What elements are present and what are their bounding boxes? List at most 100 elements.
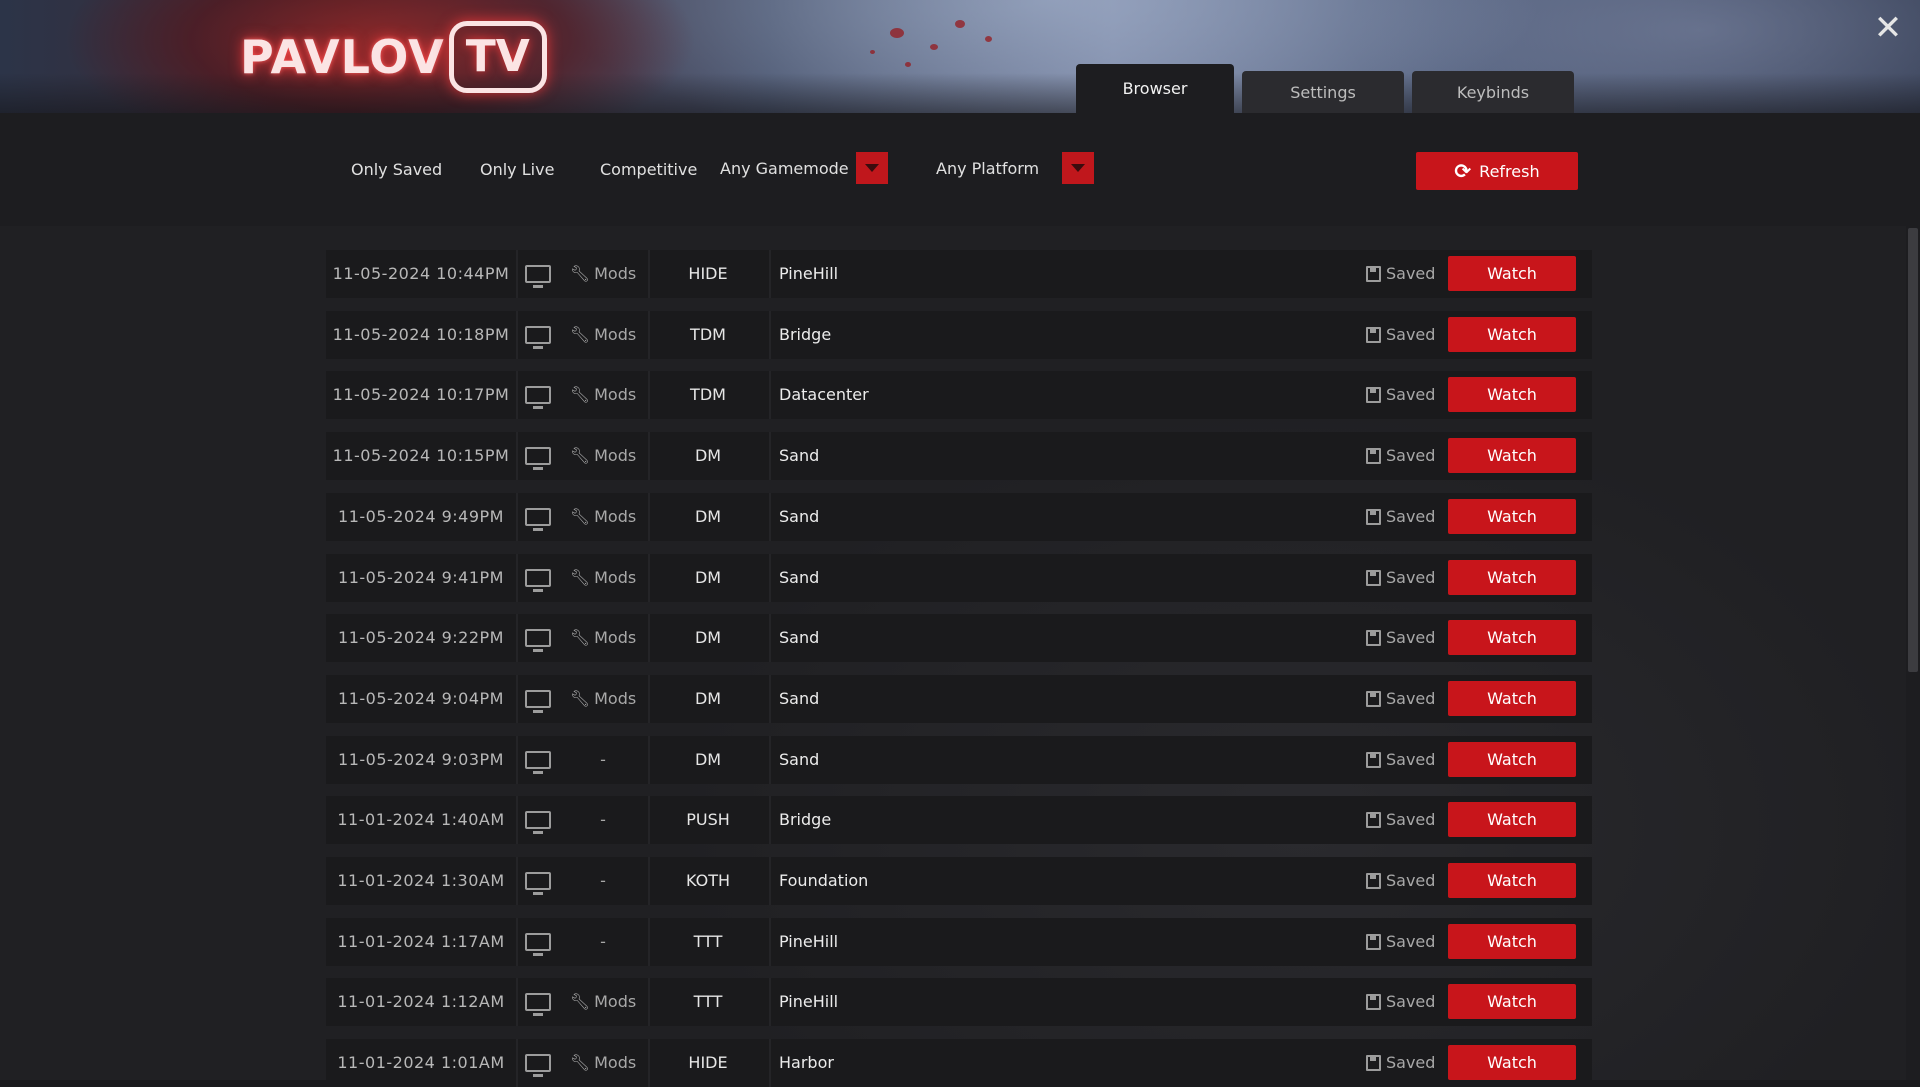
- save-icon: [1366, 752, 1381, 768]
- saved-label: Saved: [1386, 432, 1435, 480]
- watch-button[interactable]: Watch: [1448, 317, 1576, 352]
- table-row[interactable]: 11-05-2024 9:04PM 🔧︎Mods DM Sand Saved W…: [326, 675, 1592, 723]
- only-live-checkbox[interactable]: Only Live: [480, 160, 554, 179]
- saved-indicator[interactable]: Saved: [1366, 250, 1446, 298]
- watch-button[interactable]: Watch: [1448, 681, 1576, 716]
- blood-splat: [905, 62, 911, 67]
- monitor-icon: [518, 614, 558, 662]
- saved-indicator[interactable]: Saved: [1366, 796, 1446, 844]
- watch-button[interactable]: Watch: [1448, 560, 1576, 595]
- tab-browser[interactable]: Browser: [1076, 64, 1234, 113]
- mods-cell: 🔧︎Mods: [558, 311, 648, 359]
- monitor-icon: [518, 736, 558, 784]
- table-row[interactable]: 11-05-2024 9:49PM 🔧︎Mods DM Sand Saved W…: [326, 493, 1592, 541]
- replay-date: 11-05-2024 9:41PM: [326, 554, 516, 602]
- watch-button[interactable]: Watch: [1448, 620, 1576, 655]
- refresh-label: Refresh: [1479, 162, 1539, 181]
- table-row[interactable]: 11-05-2024 10:44PM 🔧︎Mods HIDE PineHill …: [326, 250, 1592, 298]
- mods-cell: 🔧︎Mods: [558, 978, 648, 1026]
- chevron-down-icon[interactable]: [856, 152, 888, 184]
- saved-indicator[interactable]: Saved: [1366, 978, 1446, 1026]
- saved-label: Saved: [1386, 918, 1435, 966]
- watch-button[interactable]: Watch: [1448, 802, 1576, 837]
- saved-indicator[interactable]: Saved: [1366, 311, 1446, 359]
- monitor-icon: [518, 978, 558, 1026]
- replay-date: 11-05-2024 9:04PM: [326, 675, 516, 723]
- divider: [769, 857, 771, 905]
- gamemode-select[interactable]: Any Gamemode: [718, 152, 888, 184]
- wrench-icon: 🔧︎: [570, 311, 590, 359]
- save-icon: [1366, 509, 1381, 525]
- only-saved-checkbox[interactable]: Only Saved: [351, 160, 442, 179]
- watch-button[interactable]: Watch: [1448, 924, 1576, 959]
- table-row[interactable]: 11-01-2024 1:40AM - PUSH Bridge Saved Wa…: [326, 796, 1592, 844]
- tab-label: Settings: [1290, 83, 1356, 102]
- watch-button[interactable]: Watch: [1448, 377, 1576, 412]
- save-icon: [1366, 994, 1381, 1010]
- monitor-icon: [518, 371, 558, 419]
- divider: [769, 978, 771, 1026]
- mods-label: -: [600, 810, 606, 829]
- competitive-checkbox[interactable]: Competitive: [600, 160, 697, 179]
- saved-label: Saved: [1386, 493, 1435, 541]
- refresh-icon: ⟳: [1454, 159, 1471, 183]
- saved-indicator[interactable]: Saved: [1366, 918, 1446, 966]
- saved-indicator[interactable]: Saved: [1366, 736, 1446, 784]
- table-row[interactable]: 11-05-2024 9:41PM 🔧︎Mods DM Sand Saved W…: [326, 554, 1592, 602]
- replay-date: 11-05-2024 9:03PM: [326, 736, 516, 784]
- filter-bar: Only Saved Only Live Competitive Any Gam…: [0, 113, 1920, 226]
- divider: [769, 736, 771, 784]
- platform-select[interactable]: Any Platform: [934, 152, 1094, 184]
- tab-label: Keybinds: [1457, 83, 1529, 102]
- gamemode-cell: PUSH: [648, 796, 768, 844]
- saved-indicator[interactable]: Saved: [1366, 493, 1446, 541]
- table-row[interactable]: 11-01-2024 1:12AM 🔧︎Mods TTT PineHill Sa…: [326, 978, 1592, 1026]
- saved-indicator[interactable]: Saved: [1366, 432, 1446, 480]
- saved-indicator[interactable]: Saved: [1366, 554, 1446, 602]
- table-row[interactable]: 11-05-2024 10:15PM 🔧︎Mods DM Sand Saved …: [326, 432, 1592, 480]
- saved-indicator[interactable]: Saved: [1366, 371, 1446, 419]
- close-icon[interactable]: ✕: [1870, 10, 1906, 46]
- table-row[interactable]: 11-05-2024 10:17PM 🔧︎Mods TDM Datacenter…: [326, 371, 1592, 419]
- divider: [769, 796, 771, 844]
- table-row[interactable]: 11-05-2024 9:03PM - DM Sand Saved Watch: [326, 736, 1592, 784]
- monitor-icon: [518, 796, 558, 844]
- chevron-down-icon[interactable]: [1062, 152, 1094, 184]
- watch-button[interactable]: Watch: [1448, 256, 1576, 291]
- gamemode-cell: DM: [648, 554, 768, 602]
- tab-bar: Browser Settings Keybinds: [1076, 64, 1582, 113]
- mods-label: Mods: [594, 507, 636, 526]
- watch-button[interactable]: Watch: [1448, 438, 1576, 473]
- monitor-icon: [518, 493, 558, 541]
- tab-keybinds[interactable]: Keybinds: [1412, 71, 1574, 113]
- saved-indicator[interactable]: Saved: [1366, 675, 1446, 723]
- table-row[interactable]: 11-01-2024 1:17AM - TTT PineHill Saved W…: [326, 918, 1592, 966]
- watch-button[interactable]: Watch: [1448, 863, 1576, 898]
- mods-cell: 🔧︎Mods: [558, 614, 648, 662]
- saved-indicator[interactable]: Saved: [1366, 857, 1446, 905]
- scrollbar-thumb[interactable]: [1908, 228, 1918, 672]
- tab-settings[interactable]: Settings: [1242, 71, 1404, 113]
- map-name: PineHill: [779, 918, 1179, 966]
- divider: [769, 432, 771, 480]
- mods-cell: 🔧︎Mods: [558, 493, 648, 541]
- save-icon: [1366, 691, 1381, 707]
- mods-cell: 🔧︎Mods: [558, 675, 648, 723]
- mods-label: Mods: [594, 689, 636, 708]
- saved-label: Saved: [1386, 554, 1435, 602]
- wrench-icon: 🔧︎: [570, 493, 590, 541]
- table-row[interactable]: 11-05-2024 10:18PM 🔧︎Mods TDM Bridge Sav…: [326, 311, 1592, 359]
- save-icon: [1366, 934, 1381, 950]
- watch-button[interactable]: Watch: [1448, 984, 1576, 1019]
- watch-button[interactable]: Watch: [1448, 1045, 1576, 1080]
- watch-button[interactable]: Watch: [1448, 742, 1576, 777]
- logo-tv-badge: TV: [449, 21, 547, 93]
- monitor-icon: [518, 311, 558, 359]
- saved-indicator[interactable]: Saved: [1366, 614, 1446, 662]
- table-row[interactable]: 11-01-2024 1:30AM - KOTH Foundation Save…: [326, 857, 1592, 905]
- table-row[interactable]: 11-05-2024 9:22PM 🔧︎Mods DM Sand Saved W…: [326, 614, 1592, 662]
- mods-cell: 🔧︎Mods: [558, 554, 648, 602]
- monitor-icon: [518, 432, 558, 480]
- refresh-button[interactable]: ⟳ Refresh: [1416, 152, 1578, 190]
- watch-button[interactable]: Watch: [1448, 499, 1576, 534]
